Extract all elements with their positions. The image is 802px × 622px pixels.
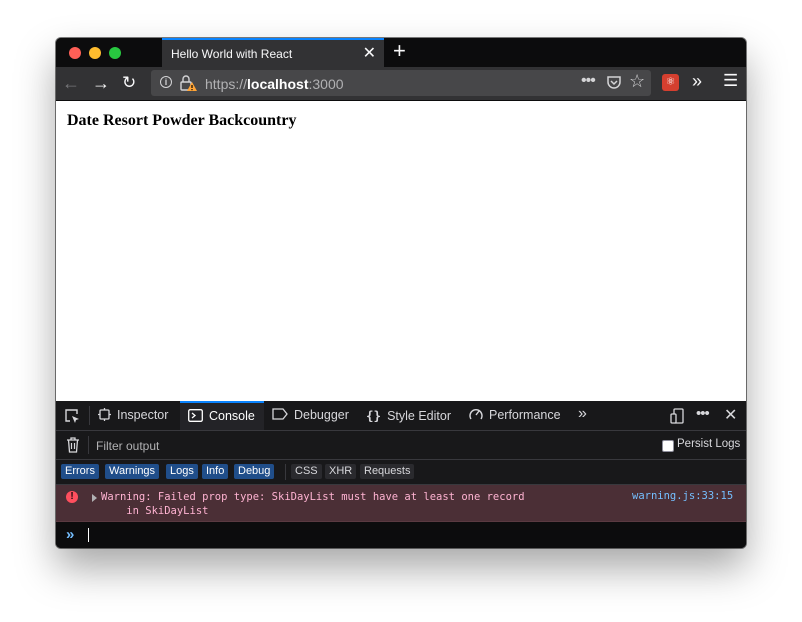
message-text: Warning: Failed prop type: SkiDayList mu… xyxy=(101,491,525,517)
element-picker-icon[interactable] xyxy=(64,408,80,429)
page-actions-icon[interactable]: ••• xyxy=(581,72,596,90)
overflow-chevron-icon[interactable]: » xyxy=(578,405,587,423)
tab-debugger[interactable]: Debugger xyxy=(272,401,349,430)
pocket-icon[interactable] xyxy=(606,74,622,95)
console-message: ! Warning: Failed prop type: SkiDayList … xyxy=(56,485,746,522)
more-options-icon[interactable]: ••• xyxy=(696,405,710,422)
tab-strip: Hello World with React ✕ + xyxy=(56,38,746,67)
tab-console[interactable]: Console xyxy=(180,401,264,430)
new-tab-icon[interactable]: + xyxy=(393,38,406,64)
filter-output-input[interactable] xyxy=(94,435,498,456)
persist-logs-checkbox[interactable] xyxy=(662,440,674,452)
tab-label: Console xyxy=(209,409,255,423)
trash-icon[interactable] xyxy=(66,437,80,458)
extension-icon[interactable]: ⚛ xyxy=(662,74,679,91)
page-title: Date Resort Powder Backcountry xyxy=(67,112,297,129)
url-text: https://localhost:3000 xyxy=(205,76,344,92)
browser-window: Hello World with React ✕ + ← → ↻ i https… xyxy=(56,38,746,548)
close-icon[interactable]: ✕ xyxy=(363,43,376,63)
console-filter-bar: Persist Logs xyxy=(56,431,746,460)
window-minimize-button[interactable] xyxy=(89,47,101,59)
tab-style-editor[interactable]: {} Style Editor xyxy=(366,401,451,430)
tab-label: Debugger xyxy=(294,408,349,422)
debugger-icon xyxy=(272,401,288,430)
filter-debug-button[interactable]: Debug xyxy=(234,464,275,479)
tab-label: Performance xyxy=(489,408,561,422)
insecure-lock-icon[interactable] xyxy=(179,74,197,97)
tab-label: Style Editor xyxy=(387,409,451,423)
tab-title: Hello World with React xyxy=(171,47,293,61)
filter-errors-button[interactable]: Errors xyxy=(61,464,99,479)
prompt-chevron-icon: » xyxy=(66,526,75,543)
page-content: Date Resort Powder Backcountry xyxy=(56,100,746,402)
console-icon xyxy=(188,403,203,429)
console-input[interactable]: » xyxy=(56,522,746,548)
filter-warnings-button[interactable]: Warnings xyxy=(105,464,160,479)
url-bar[interactable]: i https://localhost:3000 ••• ☆ xyxy=(151,70,651,96)
filter-css-button[interactable]: CSS xyxy=(291,464,322,479)
hamburger-menu-icon[interactable]: ☰ xyxy=(723,71,738,91)
text-caret xyxy=(88,528,89,542)
browser-tab[interactable]: Hello World with React ✕ xyxy=(162,38,384,67)
responsive-design-icon[interactable] xyxy=(670,408,684,429)
navigation-toolbar: ← → ↻ i https://localhost:3000 ••• ☆ xyxy=(56,67,746,100)
persist-logs-label[interactable]: Persist Logs xyxy=(677,438,740,450)
window-maximize-button[interactable] xyxy=(109,47,121,59)
bookmark-star-icon[interactable]: ☆ xyxy=(629,71,645,92)
url-scheme: https:// xyxy=(205,76,248,92)
message-source-link[interactable]: warning.js:33:15 xyxy=(632,490,733,502)
filter-xhr-button[interactable]: XHR xyxy=(325,464,357,479)
url-host: localhost xyxy=(247,76,309,92)
tab-label: Inspector xyxy=(117,408,169,422)
toolbar-divider xyxy=(285,464,286,480)
filter-logs-button[interactable]: Logs xyxy=(166,464,198,479)
tab-inspector[interactable]: Inspector xyxy=(98,401,168,430)
devtools-toolbar: Inspector Console Debugger {} Style Edit… xyxy=(56,401,746,431)
tab-performance[interactable]: Performance xyxy=(469,401,561,430)
overflow-chevron-icon[interactable]: » xyxy=(692,71,702,92)
filter-requests-button[interactable]: Requests xyxy=(360,464,415,479)
log-level-filters: Errors Warnings Logs Info Debug CSS XHR … xyxy=(56,460,746,485)
url-port: :3000 xyxy=(308,76,344,92)
devtools-panel: Inspector Console Debugger {} Style Edit… xyxy=(56,401,746,548)
info-icon[interactable]: i xyxy=(160,76,172,88)
performance-icon xyxy=(469,401,483,430)
window-close-button[interactable] xyxy=(69,47,81,59)
back-arrow-icon[interactable]: ← xyxy=(62,73,80,93)
toolbar-divider xyxy=(88,436,89,454)
close-icon[interactable]: ✕ xyxy=(724,405,737,425)
style-editor-icon: {} xyxy=(366,408,382,423)
filter-info-button[interactable]: Info xyxy=(202,464,229,479)
reload-icon[interactable]: ↻ xyxy=(122,73,136,93)
toolbar-divider xyxy=(89,406,90,425)
inspector-icon xyxy=(98,401,111,430)
forward-arrow-icon[interactable]: → xyxy=(92,73,110,93)
error-icon: ! xyxy=(66,491,78,503)
expand-triangle-icon[interactable] xyxy=(92,494,97,502)
